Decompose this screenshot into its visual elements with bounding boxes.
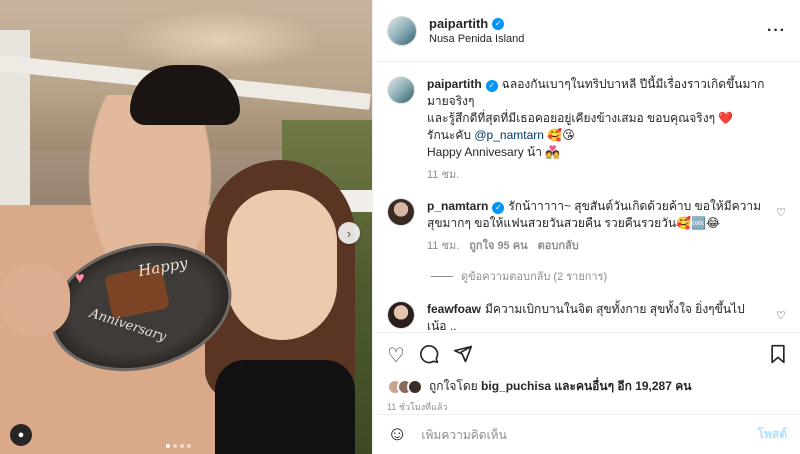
liker-avatar[interactable]: [407, 378, 423, 395]
chevron-right-icon: ›: [346, 225, 352, 241]
comment-bubble-icon[interactable]: [419, 344, 439, 368]
post-header: paipartith ✓ Nusa Penida Island ···: [373, 0, 800, 62]
carousel-dot: [180, 444, 184, 448]
photo-hand: [0, 265, 70, 335]
instagram-post: ♥ Happy Anniversary › ● paipartith ✓ Nus: [0, 0, 800, 454]
caption-body: paipartith ✓ ฉลองกันเบาๆในทริปบาหลี ปีนี้ม…: [427, 76, 786, 184]
caption-mention[interactable]: @p_namtarn: [474, 128, 544, 142]
like-heart-icon[interactable]: ♡: [387, 346, 405, 366]
carousel-dot: [187, 444, 191, 448]
comments-section: paipartith ✓ ฉลองกันเบาๆในทริปบาหลี ปีนี้ม…: [373, 62, 800, 332]
post-panel: paipartith ✓ Nusa Penida Island ··· paip…: [372, 0, 800, 454]
comment-username[interactable]: feawfoaw: [427, 302, 481, 316]
photo-woman-top: [215, 360, 355, 454]
caption-line-2: และรู้สึกดีที่สุดที่มีเธอคอยอยู่เคียงข้า…: [427, 111, 716, 125]
caption-meta: 11 ชม.: [427, 167, 786, 184]
comment-body: p_namtarn ✓ รักน้าาาาา~ สุขสันต์วันเกิดด้ว…: [427, 198, 764, 255]
emoji-smiley-icon[interactable]: ☺: [387, 423, 407, 446]
bookmark-icon[interactable]: [769, 344, 787, 368]
caption-time[interactable]: 11 ชม.: [427, 167, 459, 184]
carousel-dot: [173, 444, 177, 448]
comment-time[interactable]: 11 ชม.: [427, 238, 459, 255]
comment-meta: 11 ชม. ถูกใจ 95 คน ตอบกลับ: [427, 238, 764, 255]
comment-like-heart-icon[interactable]: ♡: [776, 309, 786, 332]
photo-woman-face: [227, 190, 337, 340]
action-icons: ♡: [387, 341, 787, 371]
share-send-icon[interactable]: [453, 344, 473, 368]
verified-badge-icon: ✓: [485, 79, 498, 92]
post-location[interactable]: Nusa Penida Island: [429, 33, 767, 45]
comment-avatar[interactable]: [387, 301, 415, 329]
caption-line-2-emoji: ❤️: [718, 111, 734, 125]
plate-heart-icon: ♥: [75, 270, 85, 287]
post-comment-button[interactable]: โพสต์: [758, 425, 787, 444]
comment-likes[interactable]: ถูกใจ 95 คน: [469, 238, 527, 255]
caption-username[interactable]: paipartith: [427, 77, 482, 91]
author-username-text[interactable]: paipartith: [429, 16, 488, 31]
caption: paipartith ✓ ฉลองกันเบาๆในทริปบาหลี ปีนี้ม…: [387, 76, 786, 184]
replies-divider: [431, 275, 453, 277]
likes-suffix[interactable]: คน: [675, 379, 691, 393]
comment-avatar[interactable]: [387, 198, 415, 226]
likes-prefix: ถูกใจโดย: [429, 379, 478, 393]
carousel-dot: [166, 444, 170, 448]
post-actions: ♡ ถูกใจโดย big_puchisa และคนอื่นๆ อีก 19…: [373, 332, 800, 414]
post-time[interactable]: 11 ชั่วโมงที่แล้ว: [387, 400, 787, 414]
caption-avatar[interactable]: [387, 76, 415, 104]
caption-line-4-emoji: 💑: [545, 145, 561, 159]
carousel-indicator: [166, 444, 191, 448]
caption-line-3-emoji: 🥰😘: [547, 128, 575, 142]
comment-like-heart-icon[interactable]: ♡: [776, 206, 786, 255]
likes-middle[interactable]: และคนอื่นๆ อีก: [554, 379, 631, 393]
comment: feawfoaw มีความเบิกบานในจิต สุขทั้งกาย สุ…: [387, 301, 786, 332]
person-icon: ●: [17, 429, 25, 441]
likes-user[interactable]: big_puchisa: [481, 379, 551, 393]
author-info: paipartith ✓ Nusa Penida Island: [429, 16, 767, 45]
caption-line-4: Happy Annivesary น้า: [427, 145, 542, 159]
view-replies-label[interactable]: ดูข้อความตอบกลับ (2 รายการ): [461, 267, 607, 285]
more-dots-icon[interactable]: ···: [767, 22, 786, 40]
add-comment-bar: ☺ โพสต์: [373, 414, 800, 454]
comment-input[interactable]: [421, 427, 744, 442]
comment-reply-button[interactable]: ตอบกลับ: [538, 238, 579, 255]
likes-summary: ถูกใจโดย big_puchisa และคนอื่นๆ อีก 19,2…: [387, 377, 787, 396]
liker-avatars: [387, 378, 423, 395]
comment-body: feawfoaw มีความเบิกบานในจิต สุขทั้งกาย สุ…: [427, 301, 764, 332]
verified-badge-icon: ✓: [492, 17, 505, 30]
author-username[interactable]: paipartith ✓: [429, 16, 505, 31]
photo-woman: [205, 160, 355, 454]
comment: p_namtarn ✓ รักน้าาาาา~ สุขสันต์วันเกิดด้ว…: [387, 198, 786, 255]
author-avatar[interactable]: [387, 15, 417, 46]
photo-glare: [120, 10, 320, 70]
likes-count[interactable]: 19,287: [635, 379, 672, 393]
comment-username[interactable]: p_namtarn: [427, 199, 488, 213]
view-replies-button[interactable]: ดูข้อความตอบกลับ (2 รายการ): [431, 267, 786, 285]
next-photo-button[interactable]: ›: [338, 222, 360, 244]
verified-badge-icon: ✓: [492, 201, 505, 214]
caption-line-3: รักนะคับ: [427, 128, 472, 142]
post-photo[interactable]: ♥ Happy Anniversary › ●: [0, 0, 372, 454]
tagged-users-button[interactable]: ●: [10, 424, 32, 446]
likes-text: ถูกใจโดย big_puchisa และคนอื่นๆ อีก 19,2…: [429, 377, 691, 396]
